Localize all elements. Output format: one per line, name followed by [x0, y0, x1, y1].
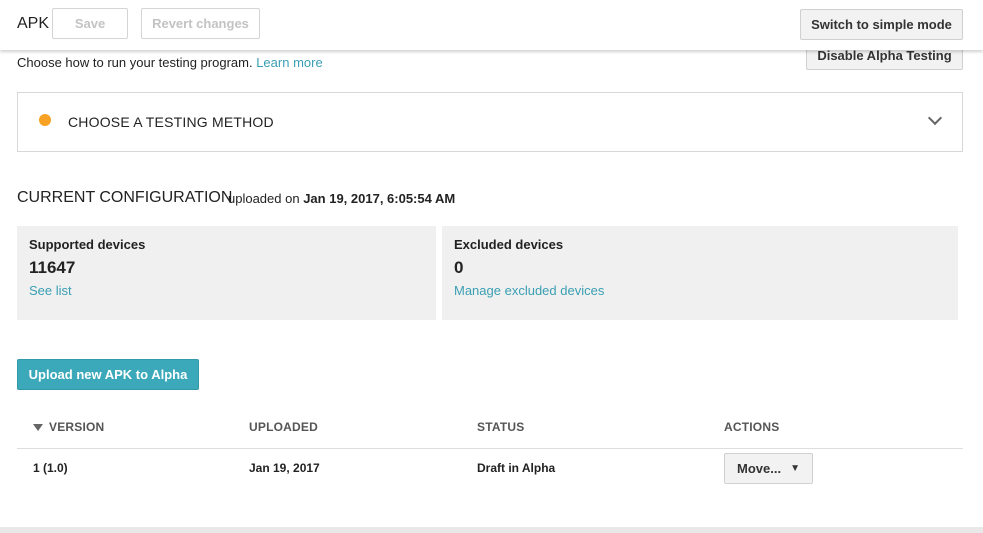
learn-more-link[interactable]: Learn more [256, 55, 322, 70]
configuration-uploaded-info: uploaded on Jan 19, 2017, 6:05:54 AM [228, 191, 455, 206]
status-dot-icon [39, 114, 51, 126]
intro-text: Choose how to run your testing program. … [17, 55, 323, 70]
supported-devices-label: Supported devices [29, 237, 146, 252]
footer-divider [0, 527, 983, 533]
supported-devices-count: 11647 [29, 258, 76, 277]
excluded-devices-label: Excluded devices [454, 237, 564, 252]
caret-down-icon: ▼ [790, 463, 800, 474]
column-header-uploaded: UPLOADED [249, 420, 318, 434]
table-divider [17, 448, 963, 449]
testing-method-panel[interactable]: CHOOSE A TESTING METHOD [17, 92, 963, 152]
switch-to-simple-mode-button[interactable]: Switch to simple mode [800, 9, 963, 40]
manage-excluded-devices-link[interactable]: Manage excluded devices [454, 283, 604, 298]
save-button[interactable]: Save [52, 8, 128, 39]
excluded-devices-card: Excluded devices 0 Manage excluded devic… [442, 226, 958, 320]
page-title: APK [17, 15, 50, 32]
top-toolbar: APK Save Revert changes Switch to simple… [0, 0, 983, 50]
sort-desc-icon[interactable] [33, 424, 43, 431]
uploaded-prefix: uploaded on [228, 191, 300, 206]
excluded-devices-count: 0 [454, 258, 464, 277]
supported-devices-card: Supported devices 11647 See list [17, 226, 436, 320]
column-header-version[interactable]: VERSION [49, 420, 104, 434]
row-status: Draft in Alpha [477, 461, 556, 475]
see-list-link[interactable]: See list [29, 283, 72, 298]
row-uploaded: Jan 19, 2017 [249, 461, 320, 475]
revert-changes-button[interactable]: Revert changes [141, 8, 260, 39]
column-header-actions: ACTIONS [724, 420, 780, 434]
chevron-down-icon[interactable] [927, 110, 943, 126]
uploaded-date: Jan 19, 2017, 6:05:54 AM [303, 191, 456, 206]
move-label: Move... [737, 461, 782, 476]
row-version: 1 (1.0) [33, 461, 68, 475]
upload-apk-button[interactable]: Upload new APK to Alpha [17, 359, 199, 390]
configuration-heading: CURRENT CONFIGURATION [17, 189, 233, 206]
move-dropdown-button[interactable]: Move... ▼ [724, 453, 813, 484]
intro-description: Choose how to run your testing program. [17, 55, 253, 70]
testing-method-label: CHOOSE A TESTING METHOD [68, 114, 274, 130]
column-header-status: STATUS [477, 420, 525, 434]
